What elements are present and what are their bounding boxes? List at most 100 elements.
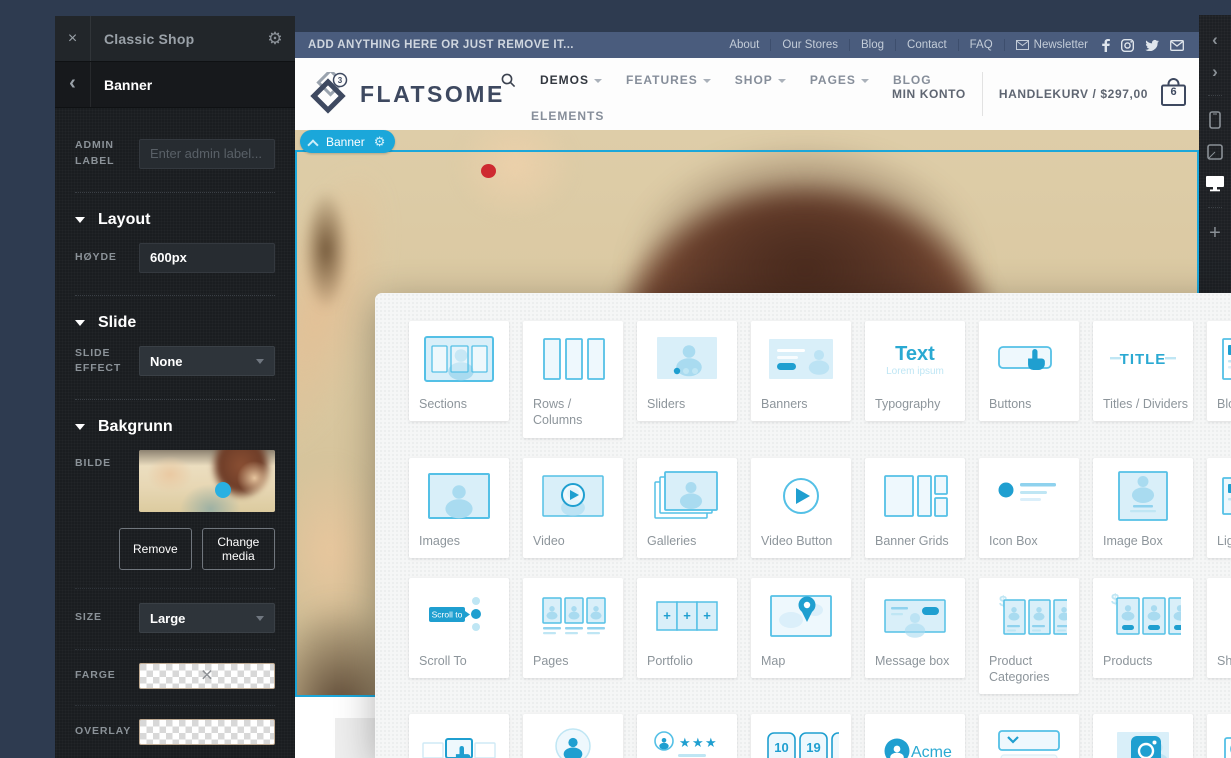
gear-icon[interactable]: ⚙ — [374, 134, 386, 150]
element-card-titles-dividers[interactable]: TITLETitles / Dividers — [1093, 321, 1193, 421]
instagram-icon[interactable] — [1121, 39, 1134, 52]
topbar-link[interactable]: Blog — [850, 39, 896, 51]
chevron-down-icon — [703, 79, 711, 83]
pill-label: Banner — [326, 135, 365, 149]
element-card-lig[interactable]: Lig — [1207, 458, 1231, 558]
element-card-countdown[interactable]: 10DAYS19MINCountdown — [751, 714, 851, 758]
nav-row-2: ELEMENTS — [531, 102, 932, 130]
plus-icon[interactable]: + — [1209, 223, 1221, 243]
admin-label-input[interactable]: Enter admin label... — [139, 139, 275, 169]
typography-element-icon: TextLorem ipsum — [865, 329, 965, 389]
remove-button[interactable]: Remove — [119, 528, 192, 570]
topbar-link[interactable]: Contact — [896, 39, 959, 51]
back-chevron-icon[interactable]: ‹ — [55, 62, 91, 107]
element-card-map[interactable]: Map — [751, 578, 851, 678]
element-card-accordion[interactable]: Accordion — [979, 714, 1079, 758]
element-card-instagram-feed[interactable]: Instagram feed — [1093, 714, 1193, 758]
overlay-swatch[interactable] — [139, 719, 275, 745]
element-card-blo[interactable]: Blo — [1207, 321, 1231, 421]
element-card-video[interactable]: Video — [523, 458, 623, 558]
topbar-link[interactable]: FAQ — [959, 39, 1005, 51]
element-card-image-box[interactable]: Image Box — [1093, 458, 1193, 558]
video-element-icon — [523, 466, 623, 526]
nav-item-features[interactable]: FEATURES — [626, 73, 711, 87]
element-card-banners[interactable]: Banners — [751, 321, 851, 421]
element-card-banner-grids[interactable]: Banner Grids — [865, 458, 965, 558]
element-card-buttons[interactable]: Buttons — [979, 321, 1079, 421]
topbar-link[interactable]: About — [718, 39, 771, 51]
search-icon[interactable] — [501, 73, 516, 88]
element-card-tabs[interactable]: Tabs — [409, 714, 509, 758]
chevron-up-icon[interactable] — [309, 138, 317, 146]
bilde-row: BILDE — [75, 450, 275, 512]
element-card-team-member[interactable]: Team Member — [523, 714, 623, 758]
twitter-icon[interactable] — [1145, 39, 1159, 51]
svg-text:★: ★ — [705, 736, 717, 751]
nav-item-pages[interactable]: PAGES — [810, 73, 869, 87]
element-card-products[interactable]: $Products — [1093, 578, 1193, 678]
element-card-testimonials[interactable]: ★★★Testimonials — [637, 714, 737, 758]
element-card-sections[interactable]: Sections — [409, 321, 509, 421]
facebook-icon[interactable] — [1102, 39, 1110, 52]
element-card-scroll-to[interactable]: Scroll toScroll To — [409, 578, 509, 678]
background-image-thumbnail[interactable] — [139, 450, 275, 512]
accordion-element-icon — [979, 722, 1079, 758]
element-card-images[interactable]: Images — [409, 458, 509, 558]
element-card-typography[interactable]: TextLorem ipsumTypography — [865, 321, 965, 421]
caret-down-icon — [75, 217, 85, 223]
section-layout[interactable]: Layout — [75, 211, 275, 229]
header-right: MIN KONTO HANDLEKURV / $297,00 6 — [892, 58, 1187, 130]
element-card-sliders[interactable]: Sliders — [637, 321, 737, 421]
svg-text:Text: Text — [895, 343, 935, 365]
nav-item-shop[interactable]: SHOP — [735, 73, 786, 87]
close-icon[interactable]: × — [55, 16, 91, 61]
change-media-button[interactable]: Change media — [202, 528, 275, 570]
mail-icon[interactable] — [1170, 40, 1184, 51]
element-card-product-categories[interactable]: $Product Categories — [979, 578, 1079, 695]
element-card-label: Lig — [1217, 533, 1231, 549]
element-card-message-box[interactable]: Message box — [865, 578, 965, 678]
photo-bracelet — [303, 190, 349, 310]
gear-icon[interactable]: ⚙ — [255, 29, 295, 49]
farge-swatch[interactable]: ✕ — [139, 663, 275, 689]
slide-effect-select[interactable]: None — [139, 346, 275, 376]
newsletter-link[interactable]: Newsletter — [1005, 39, 1100, 51]
nav-item-demos[interactable]: DEMOS — [540, 73, 602, 87]
element-card-label: Video — [533, 533, 623, 549]
element-card-icon-box[interactable]: Icon Box — [979, 458, 1079, 558]
tablet-icon[interactable] — [1207, 144, 1223, 160]
element-card-video-button[interactable]: Video Button — [751, 458, 851, 558]
nav-item-elements[interactable]: ELEMENTS — [531, 102, 604, 130]
hoyde-input[interactable]: 600px — [139, 243, 275, 273]
element-card-rows-columns[interactable]: Rows / Columns — [523, 321, 623, 438]
phone-icon[interactable] — [1209, 111, 1221, 129]
testimonials-element-icon: ★★★ — [637, 722, 737, 758]
element-card-logo[interactable]: AcmeLogo — [865, 714, 965, 758]
photo-hand — [455, 130, 575, 220]
flatsome-logo[interactable]: 3 FLATSOME — [309, 72, 505, 116]
overlay-label: OVERLAY — [75, 724, 139, 740]
nav-label: ELEMENTS — [531, 109, 604, 123]
size-label: SIZE — [75, 610, 139, 626]
chevron-left-icon[interactable]: ‹ — [1212, 31, 1218, 48]
element-card-label: Product Categories — [989, 653, 1079, 686]
banner-pill[interactable]: Banner ⚙ — [300, 130, 395, 153]
element-card-portfolio[interactable]: +++Portfolio — [637, 578, 737, 678]
desktop-icon[interactable] — [1205, 175, 1225, 192]
topbar-links: AboutOur StoresBlogContactFAQ — [718, 39, 1004, 51]
size-select[interactable]: Large — [139, 603, 275, 633]
sidebar: × Classic Shop ⚙ ‹ Banner ADMIN LABEL En… — [55, 16, 295, 758]
cart-link[interactable]: HANDLEKURV / $297,00 — [999, 87, 1148, 101]
element-card-sea[interactable]: Sea — [1207, 714, 1231, 758]
logo-text: FLATSOME — [360, 81, 505, 108]
account-link[interactable]: MIN KONTO — [892, 87, 966, 101]
section-bakgrunn[interactable]: Bakgrunn — [75, 418, 275, 436]
element-card-pages[interactable]: Pages — [523, 578, 623, 678]
element-card-galleries[interactable]: Galleries — [637, 458, 737, 558]
chevron-right-icon[interactable]: › — [1212, 63, 1218, 80]
topbar-link[interactable]: Our Stores — [771, 39, 850, 51]
cart-bag-icon[interactable]: 6 — [1160, 77, 1187, 112]
element-card-sha-ico[interactable]: Sha ico — [1207, 578, 1231, 678]
section-slide[interactable]: Slide — [75, 314, 275, 332]
shareicons-element-icon — [1207, 586, 1231, 646]
